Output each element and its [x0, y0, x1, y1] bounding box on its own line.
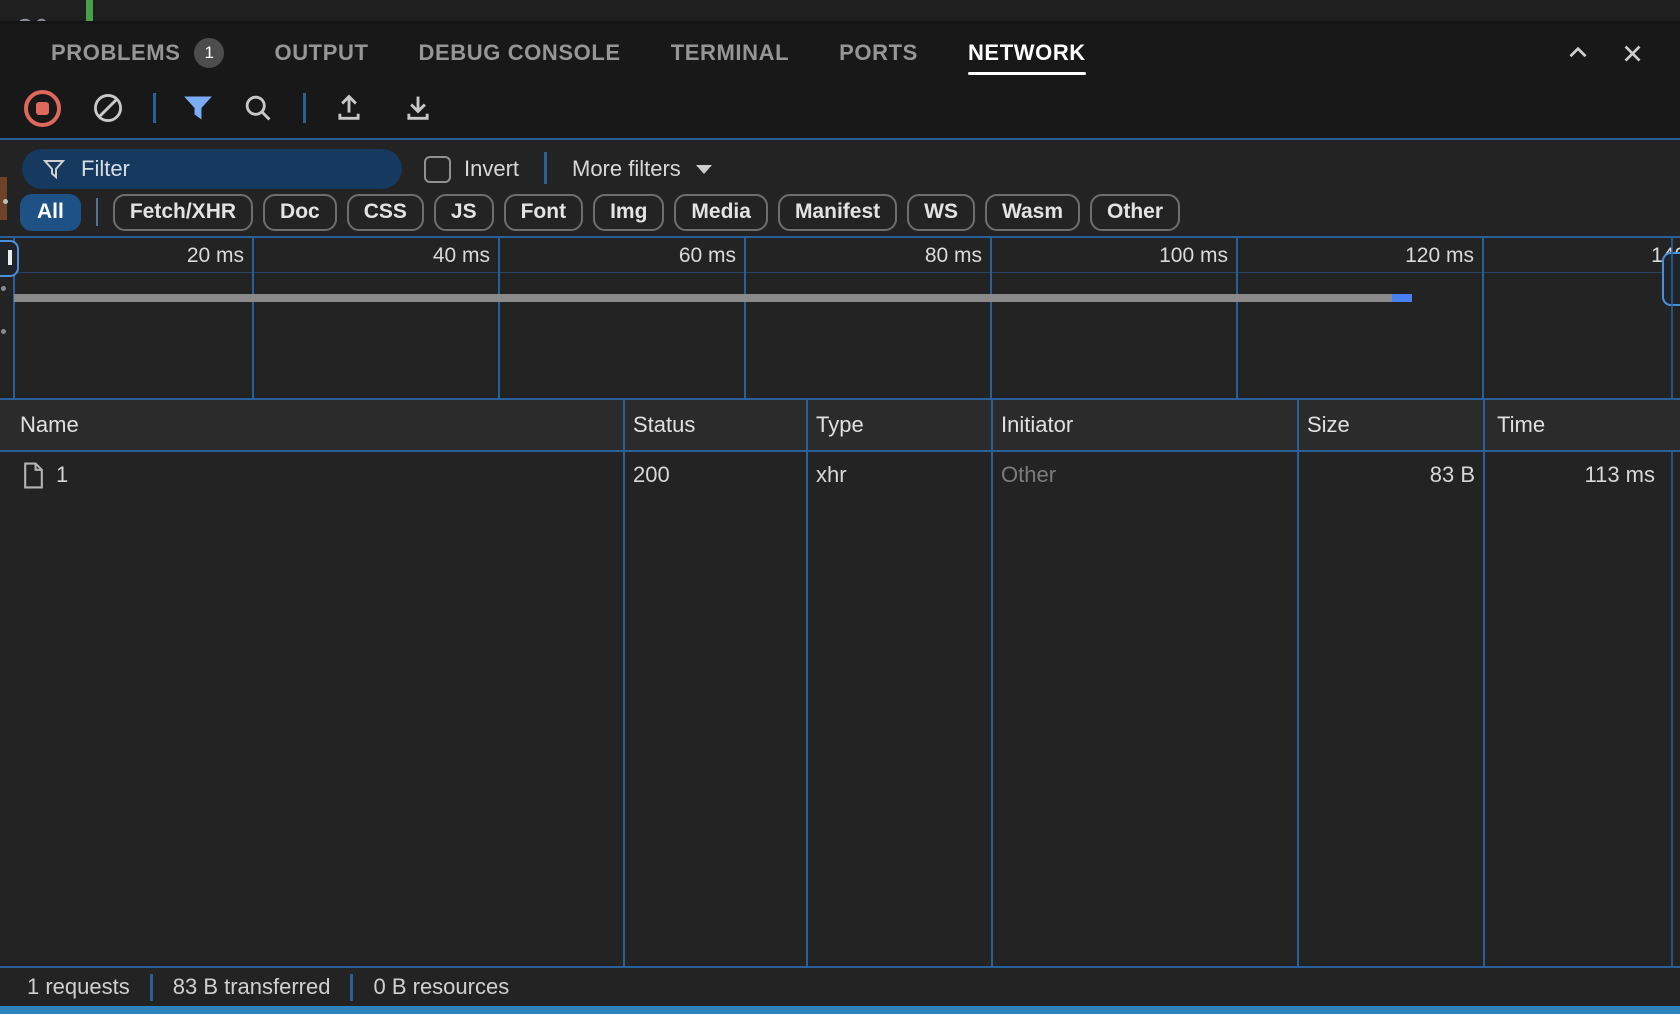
tab-label: DEBUG CONSOLE	[419, 40, 621, 66]
tab-label: OUTPUT	[274, 40, 368, 66]
toolbar-separator	[303, 93, 306, 123]
filter-bar-separator	[544, 152, 547, 184]
column-header-status[interactable]: Status	[633, 400, 695, 450]
record-stop-icon[interactable]	[24, 90, 61, 127]
chip-img[interactable]: Img	[593, 194, 664, 231]
requests-count: 1 requests	[27, 974, 130, 1000]
tab-label: NETWORK	[968, 40, 1086, 66]
tab-label: TERMINAL	[671, 40, 789, 66]
column-header-initiator[interactable]: Initiator	[1001, 400, 1073, 450]
request-status: 200	[633, 452, 670, 498]
chip-css[interactable]: CSS	[347, 194, 424, 231]
table-right-border	[1671, 236, 1673, 966]
timeline-gridline	[498, 238, 500, 398]
timeline-gridline	[1236, 238, 1238, 398]
tab-label: PORTS	[839, 40, 918, 66]
more-filters-label: More filters	[572, 156, 681, 182]
chip-separator	[96, 198, 98, 226]
left-edge-dot	[1, 286, 6, 291]
export-har-icon[interactable]	[402, 92, 434, 124]
tab-label: PROBLEMS	[51, 40, 180, 66]
column-header-time[interactable]: Time	[1497, 400, 1545, 450]
close-panel-icon[interactable]	[1618, 39, 1646, 67]
problems-count-badge: 1	[194, 38, 224, 68]
vscode-panel-screen: 20 // const yourMMKVStorage = new MMKV()…	[0, 0, 1680, 1014]
timeline-tick-label: 80 ms	[872, 244, 982, 268]
caret-down-icon	[696, 165, 712, 174]
network-toolbar	[0, 82, 434, 134]
overview-ruler-dot	[3, 199, 8, 204]
overview-label-divider	[13, 272, 1680, 273]
network-panel: Invert More filters All Fetch/XHR Doc CS…	[0, 138, 1680, 1006]
chip-js[interactable]: JS	[434, 194, 494, 231]
requests-table-header: Name Status Type Initiator Size Time	[0, 398, 1680, 452]
tab-network[interactable]: NETWORK	[968, 24, 1086, 82]
more-filters-dropdown[interactable]: More filters	[572, 142, 712, 196]
resource-type-chips: All Fetch/XHR Doc CSS JS Font Img Media …	[20, 192, 1180, 232]
chevron-up-icon[interactable]	[1564, 39, 1592, 67]
line-number: 20	[18, 15, 49, 24]
request-name-cell: 1	[22, 452, 68, 498]
column-header-name[interactable]: Name	[20, 400, 79, 450]
timeline-tick-label: 120 ms	[1364, 244, 1474, 268]
timeline-gridline	[1482, 238, 1484, 398]
clear-network-log-icon[interactable]	[92, 92, 124, 124]
timeline-gridline	[990, 238, 992, 398]
request-time: 113 ms	[1483, 452, 1655, 498]
overview-request-bar-active[interactable]	[1392, 294, 1412, 302]
tab-problems[interactable]: PROBLEMS 1	[51, 24, 224, 82]
timeline-tick-label: 100 ms	[1118, 244, 1228, 268]
filter-funnel-icon[interactable]	[183, 94, 213, 122]
chip-font[interactable]: Font	[504, 194, 583, 231]
overview-request-bar-waiting[interactable]	[14, 294, 1392, 302]
left-edge-dot	[1, 329, 6, 334]
footer-separator	[350, 974, 353, 1001]
window-bottom-border	[0, 1006, 1680, 1014]
request-type: xhr	[816, 452, 847, 498]
footer-separator	[150, 974, 153, 1001]
filter-input[interactable]	[79, 155, 373, 183]
invert-checkbox[interactable]	[424, 156, 451, 183]
chip-fetch-xhr[interactable]: Fetch/XHR	[113, 194, 253, 231]
chip-all[interactable]: All	[20, 194, 81, 231]
timeline-tick-label: 20 ms	[134, 244, 244, 268]
tab-output[interactable]: OUTPUT	[274, 24, 368, 82]
document-icon	[22, 462, 45, 489]
chip-manifest[interactable]: Manifest	[778, 194, 897, 231]
transferred-size: 83 B transferred	[173, 974, 331, 1000]
panel-controls	[1564, 24, 1646, 82]
search-icon[interactable]	[242, 92, 274, 124]
table-row[interactable]: 1 200 xhr Other 83 B 113 ms	[0, 452, 1680, 498]
tab-ports[interactable]: PORTS	[839, 24, 918, 82]
invert-label: Invert	[464, 156, 519, 182]
invert-filter: Invert	[424, 142, 519, 196]
request-name: 1	[56, 452, 68, 498]
editor-code-line: 20 // const yourMMKVStorage = new MMKV()…	[0, 0, 94, 24]
timeline-gridline	[252, 238, 254, 398]
import-har-icon[interactable]	[333, 92, 365, 124]
resources-size: 0 B resources	[373, 974, 509, 1000]
tab-debug-console[interactable]: DEBUG CONSOLE	[419, 24, 621, 82]
chip-doc[interactable]: Doc	[263, 194, 337, 231]
modified-line-gutter-indicator	[86, 0, 93, 21]
network-summary-bar: 1 requests 83 B transferred 0 B resource…	[0, 966, 1680, 1006]
overview-window-handle-left[interactable]	[0, 240, 19, 277]
request-size: 83 B	[1297, 452, 1475, 498]
timeline-gridline	[744, 238, 746, 398]
chip-media[interactable]: Media	[674, 194, 768, 231]
column-header-size[interactable]: Size	[1307, 400, 1350, 450]
funnel-outline-icon	[42, 157, 66, 181]
editor-code-strip: 20 // const yourMMKVStorage = new MMKV()…	[0, 0, 1680, 24]
chip-ws[interactable]: WS	[907, 194, 975, 231]
chip-wasm[interactable]: Wasm	[985, 194, 1080, 231]
column-header-type[interactable]: Type	[816, 400, 864, 450]
toolbar-separator	[153, 93, 156, 123]
filter-input-pill[interactable]	[22, 149, 402, 189]
timeline-tick-label: 60 ms	[626, 244, 736, 268]
tab-terminal[interactable]: TERMINAL	[671, 24, 789, 82]
request-initiator: Other	[1001, 452, 1056, 498]
panel-tab-bar: PROBLEMS 1 OUTPUT DEBUG CONSOLE TERMINAL…	[0, 24, 1560, 82]
chip-other[interactable]: Other	[1090, 194, 1180, 231]
timeline-tick-label: 40 ms	[380, 244, 490, 268]
